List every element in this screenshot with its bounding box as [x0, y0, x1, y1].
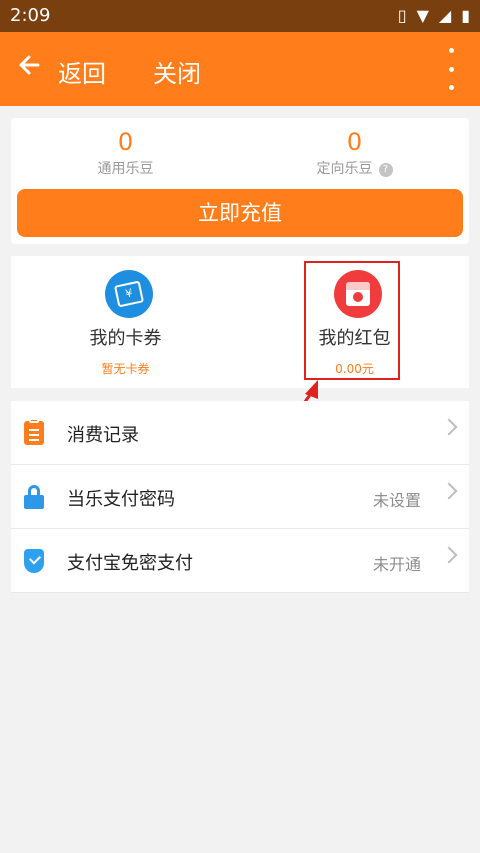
general-balance-label: 通用乐豆: [97, 161, 154, 177]
wallet-section: ¥ 我的卡券 暂无卡券 我的红包 0.00元: [11, 256, 469, 388]
menu-label: 当乐支付密码: [67, 489, 175, 510]
chevron-right-icon: [440, 418, 458, 436]
highlight-box: [304, 261, 400, 380]
battery-icon: ▮: [461, 6, 470, 25]
menu-value: 未开通: [372, 555, 421, 574]
general-balance: 0 通用乐豆: [11, 126, 240, 180]
help-icon[interactable]: ?: [378, 163, 393, 177]
coupon-icon: ¥: [105, 270, 153, 318]
menu-row-alipay[interactable]: 支付宝免密支付 未开通: [11, 529, 469, 593]
settings-menu: 消费记录 当乐支付密码 未设置 支付宝免密支付 未开通: [11, 401, 469, 593]
general-balance-value: 0: [117, 128, 134, 156]
more-options-icon[interactable]: [448, 48, 454, 90]
shield-icon: [24, 549, 44, 573]
menu-value: 未设置: [372, 491, 421, 510]
recharge-button[interactable]: 立即充值: [17, 189, 463, 237]
close-button[interactable]: 关闭: [153, 54, 201, 89]
my-coupons-item[interactable]: ¥ 我的卡券 暂无卡券: [11, 256, 240, 388]
menu-label: 支付宝免密支付: [67, 553, 193, 574]
chevron-right-icon: [440, 482, 458, 500]
menu-row-consumption[interactable]: 消费记录: [11, 401, 469, 465]
chevron-right-icon: [440, 546, 458, 564]
lock-icon: [24, 485, 44, 509]
vibrate-icon: ▯: [397, 6, 407, 25]
back-button[interactable]: 返回: [58, 54, 106, 89]
directed-balance: 0 定向乐豆?: [240, 126, 469, 180]
my-coupons-title: 我的卡券: [89, 328, 162, 349]
status-icons: ▯ ▼ ◢ ▮: [398, 6, 470, 26]
status-bar: 2:09 ▯ ▼ ◢ ▮: [0, 0, 480, 32]
directed-balance-value: 0: [346, 128, 363, 156]
app-bar: 返回 关闭: [0, 32, 480, 106]
menu-row-pay-password[interactable]: 当乐支付密码 未设置: [11, 465, 469, 529]
clipboard-icon: [24, 418, 44, 445]
wifi-icon: ▼: [416, 6, 429, 25]
menu-label: 消费记录: [67, 425, 139, 446]
my-coupons-status: 暂无卡券: [101, 362, 150, 376]
back-arrow-icon[interactable]: [16, 52, 42, 85]
signal-icon: ◢: [438, 6, 452, 25]
directed-balance-label: 定向乐豆: [316, 161, 373, 177]
status-time: 2:09: [10, 5, 51, 26]
balance-card: 0 通用乐豆 0 定向乐豆? 立即充值: [11, 118, 469, 244]
